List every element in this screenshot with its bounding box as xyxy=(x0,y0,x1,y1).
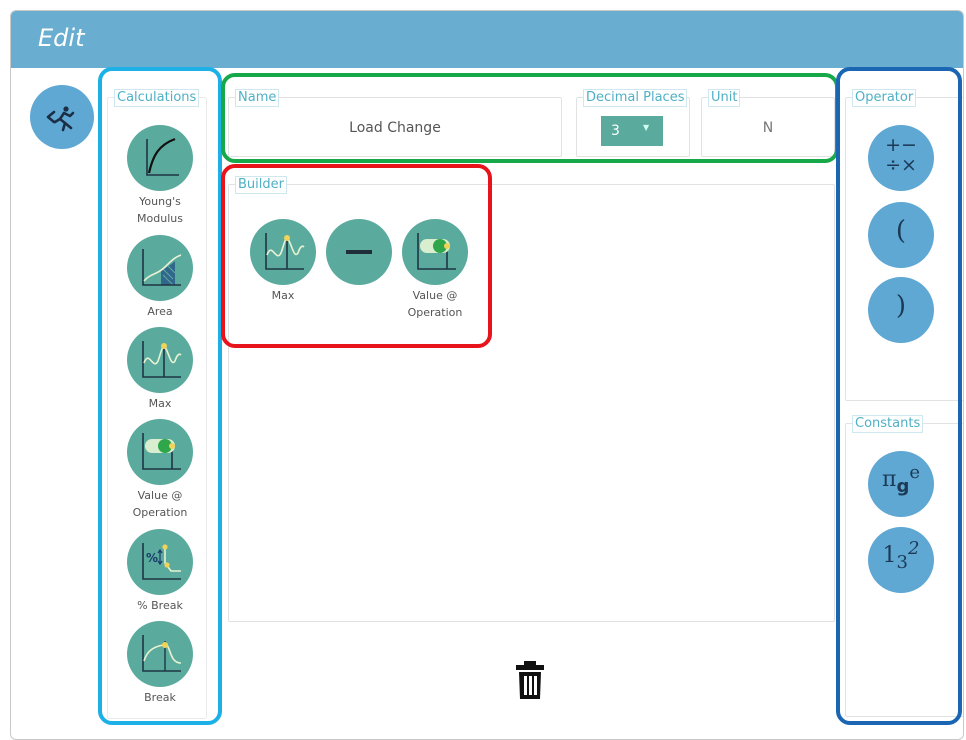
back-button[interactable] xyxy=(30,85,94,149)
trash-icon xyxy=(516,661,544,699)
highlight-builder xyxy=(221,164,492,348)
window-title: Edit xyxy=(38,24,85,52)
highlight-name-row xyxy=(221,73,839,163)
exit-run-icon xyxy=(46,106,75,132)
delete-button[interactable] xyxy=(513,659,549,705)
title-bar: Edit xyxy=(11,11,963,68)
highlight-operator-constants xyxy=(836,67,962,725)
highlight-calculations xyxy=(98,67,222,725)
